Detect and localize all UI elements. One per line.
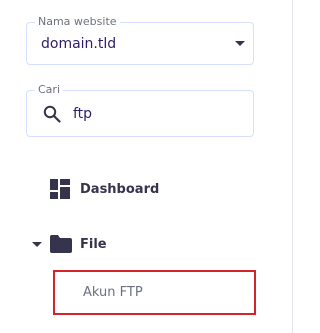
caret-down-icon[interactable] (32, 242, 42, 247)
website-select-label: Nama website (35, 16, 120, 28)
website-select[interactable]: Nama website domain.tld (26, 16, 254, 65)
sidebar-item-file[interactable]: File (0, 229, 290, 261)
search-field[interactable]: Cari (26, 84, 254, 137)
sidebar-divider (292, 0, 293, 333)
folder-icon (50, 235, 72, 253)
search-icon (43, 105, 61, 123)
sidebar-item-dashboard-label: Dashboard (80, 182, 160, 197)
website-select-value: domain.tld (41, 36, 117, 52)
search-input[interactable] (73, 105, 233, 123)
chevron-down-icon[interactable] (235, 41, 245, 46)
sidebar-item-akun-ftp-label: Akun FTP (83, 285, 143, 300)
sidebar-item-akun-ftp[interactable]: Akun FTP (53, 270, 256, 315)
search-field-label: Cari (35, 84, 63, 96)
dashboard-grid-icon (50, 179, 70, 199)
sidebar-item-file-label: File (80, 237, 107, 252)
sidebar-item-dashboard[interactable]: Dashboard (0, 174, 290, 206)
